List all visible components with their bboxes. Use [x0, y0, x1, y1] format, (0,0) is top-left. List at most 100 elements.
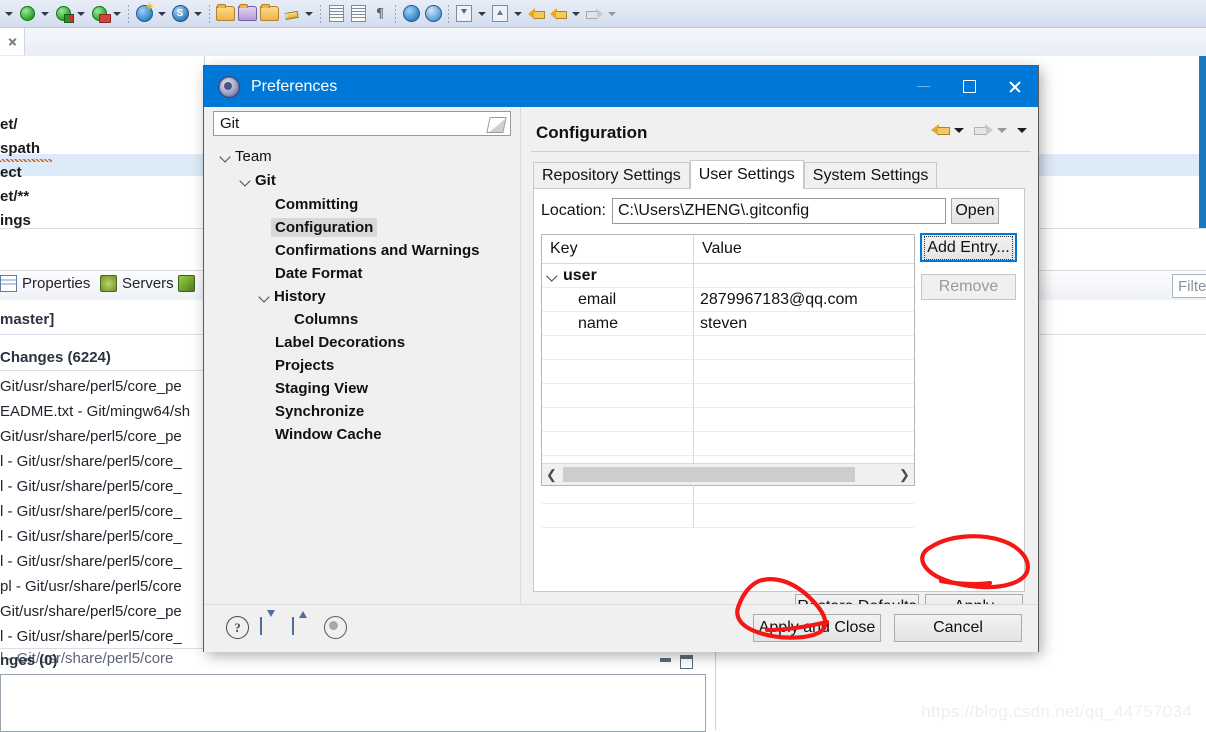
external-tools-icon[interactable]: [423, 4, 443, 24]
chevron-down-icon[interactable]: [997, 128, 1007, 133]
list-item[interactable]: Git/usr/share/perl5/core_pe: [0, 378, 182, 395]
toolbar-dropdown-arrow[interactable]: [2, 4, 15, 24]
back-arrow-icon[interactable]: [931, 123, 950, 138]
chevron-down-icon[interactable]: [1017, 128, 1027, 133]
config-table[interactable]: Key Value user email 2879967183@qq.com n…: [541, 234, 915, 528]
table-row-empty[interactable]: [542, 504, 914, 528]
table-row[interactable]: user: [542, 264, 914, 288]
chevron-down-icon[interactable]: [218, 149, 232, 163]
table-row-empty[interactable]: [542, 336, 914, 360]
list-item[interactable]: Git/usr/share/perl5/core_pe: [0, 428, 182, 445]
debug-dropdown-arrow[interactable]: [74, 4, 87, 24]
forward-arrow-icon[interactable]: [974, 123, 993, 138]
export-icon[interactable]: [490, 4, 510, 24]
tree-item-committing[interactable]: Committing: [275, 193, 358, 215]
import-icon[interactable]: [454, 4, 474, 24]
new-wizard-icon[interactable]: ✦: [134, 2, 154, 24]
save-icon[interactable]: [326, 4, 346, 24]
cancel-button[interactable]: Cancel: [894, 614, 1022, 642]
add-entry-button[interactable]: Add Entry...: [921, 234, 1016, 261]
list-item[interactable]: l - Git/usr/share/perl5/core_: [0, 553, 182, 570]
table-row[interactable]: email 2879967183@qq.com: [542, 288, 914, 312]
eraser-icon[interactable]: [486, 117, 507, 133]
minimize-view-icon[interactable]: [660, 658, 671, 662]
record-icon[interactable]: [324, 616, 347, 639]
tree-item-projects[interactable]: Projects: [275, 354, 334, 376]
back-history-icon[interactable]: [526, 4, 546, 24]
scrollbar-thumb[interactable]: [563, 467, 855, 482]
debug-icon[interactable]: [53, 4, 74, 24]
export-dropdown-arrow[interactable]: [511, 4, 524, 24]
tree-item-columns[interactable]: Columns: [294, 308, 358, 330]
list-item[interactable]: l - Git/usr/share/perl5/core_: [0, 503, 182, 520]
list-item[interactable]: l - Git/usr/share/perl5/core_: [0, 628, 182, 645]
maximize-view-icon[interactable]: [680, 655, 693, 669]
tree-item-confirmations-and-warnings[interactable]: Confirmations and Warnings: [275, 239, 479, 261]
open-type-icon[interactable]: [237, 4, 257, 24]
new-wizard-dropdown-arrow[interactable]: [155, 4, 168, 24]
dialog-title-bar[interactable]: Preferences: [204, 66, 1038, 107]
list-item[interactable]: l - Git/usr/share/perl5/core_: [0, 453, 182, 470]
close-icon[interactable]: [8, 37, 17, 46]
list-item[interactable]: Git/usr/share/perl5/core_pe: [0, 603, 182, 620]
tab-servers[interactable]: Servers: [100, 275, 174, 292]
minimize-button[interactable]: [900, 66, 946, 107]
tab-user-settings[interactable]: User Settings: [689, 160, 804, 189]
profile-dropdown-arrow[interactable]: [110, 4, 123, 24]
open-folder-icon[interactable]: [215, 4, 235, 24]
list-item[interactable]: l - Git/usr/share/perl5/core_: [0, 528, 182, 545]
tab-repository-settings[interactable]: Repository Settings: [533, 162, 690, 189]
maximize-button[interactable]: [946, 66, 992, 107]
list-item[interactable]: pl - Git/usr/share/perl5/core: [0, 578, 182, 595]
table-row[interactable]: name steven: [542, 312, 914, 336]
table-row-empty[interactable]: [542, 384, 914, 408]
list-item[interactable]: l - Git/usr/share/perl5/core_: [0, 478, 182, 495]
open-button[interactable]: Open: [950, 198, 999, 224]
filter-input[interactable]: Filter: [1172, 274, 1206, 298]
run-dropdown-arrow[interactable]: [38, 4, 51, 24]
staged-changes-list[interactable]: [0, 674, 706, 732]
table-row-empty[interactable]: [542, 432, 914, 456]
back-dropdown-arrow[interactable]: [569, 4, 582, 24]
list-item[interactable]: EADME.txt - Git/mingw64/sh: [0, 403, 190, 420]
run-icon[interactable]: [17, 4, 37, 24]
edit-dropdown-arrow[interactable]: [302, 4, 315, 24]
export-icon[interactable]: [292, 611, 313, 638]
profile-icon[interactable]: [89, 4, 111, 24]
print-icon[interactable]: [348, 4, 368, 24]
close-button[interactable]: [992, 66, 1038, 107]
remove-button[interactable]: Remove: [921, 274, 1016, 300]
forward-dropdown-arrow[interactable]: [605, 4, 618, 24]
back-icon[interactable]: [548, 4, 568, 24]
chevron-down-icon[interactable]: [238, 173, 252, 187]
import-icon[interactable]: [260, 610, 281, 638]
table-row-empty[interactable]: [542, 408, 914, 432]
browser-icon[interactable]: [401, 4, 421, 24]
scrollbar-track[interactable]: [561, 465, 895, 484]
tab-system-settings[interactable]: System Settings: [803, 162, 938, 189]
column-header-value[interactable]: Value: [694, 235, 914, 263]
location-input[interactable]: C:\Users\ZHENG\.gitconfig: [611, 198, 946, 224]
search-input[interactable]: Git: [213, 111, 511, 136]
help-icon[interactable]: ?: [226, 616, 249, 639]
tree-item-synchronize[interactable]: Synchronize: [275, 400, 364, 422]
table-row-empty[interactable]: [542, 360, 914, 384]
tree-item-label-decorations[interactable]: Label Decorations: [275, 331, 405, 353]
forward-icon[interactable]: [584, 4, 604, 24]
paragraph-icon[interactable]: ¶: [370, 4, 390, 24]
horizontal-scrollbar[interactable]: ❮ ❯: [542, 463, 914, 485]
edit-icon[interactable]: [281, 4, 301, 24]
new-server-icon[interactable]: S: [170, 4, 190, 24]
chevron-down-icon[interactable]: [954, 128, 964, 133]
tab-git-staging[interactable]: [178, 275, 195, 292]
chevron-left-icon[interactable]: ❮: [542, 465, 561, 484]
chevron-down-icon[interactable]: [257, 289, 271, 303]
apply-and-close-button[interactable]: Apply and Close: [753, 614, 881, 642]
column-header-key[interactable]: Key: [542, 235, 694, 263]
editor-tab[interactable]: [0, 28, 25, 55]
tree-item-team[interactable]: Team: [218, 145, 272, 167]
tree-item-history[interactable]: History: [257, 285, 326, 307]
tree-item-configuration[interactable]: Configuration: [271, 216, 378, 238]
tree-item-staging-view[interactable]: Staging View: [275, 377, 368, 399]
chevron-down-icon[interactable]: [546, 269, 559, 282]
